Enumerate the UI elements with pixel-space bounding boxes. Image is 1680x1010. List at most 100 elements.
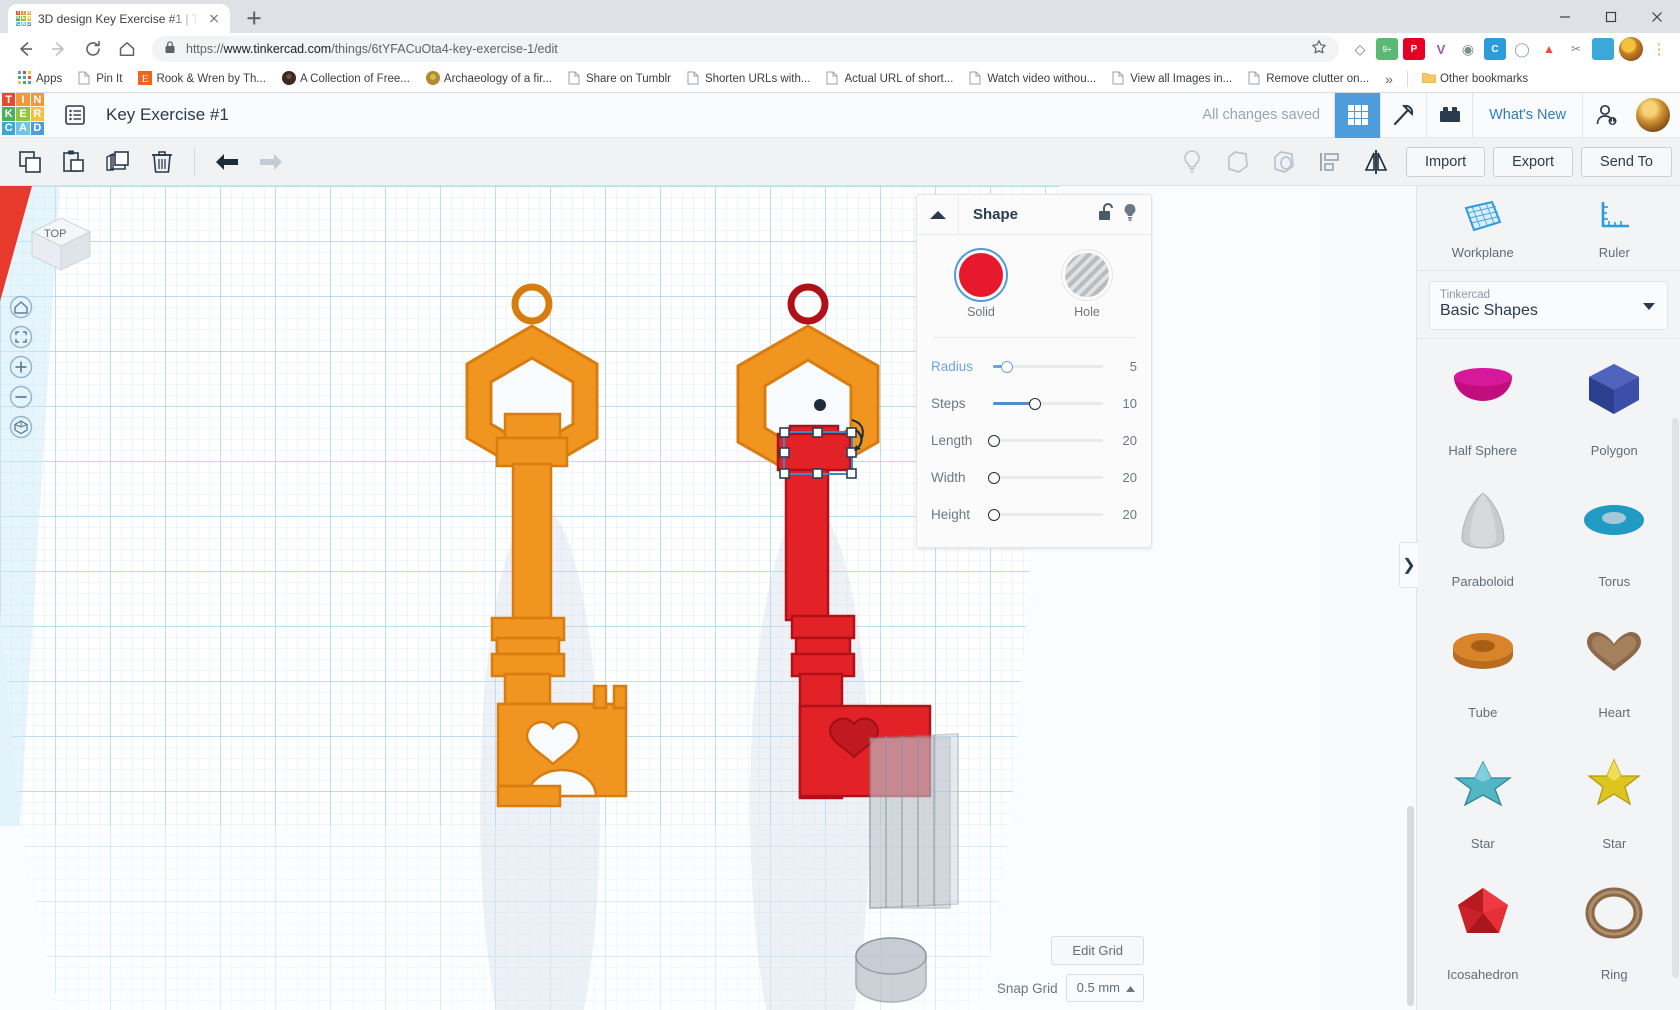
tools-extension-icon[interactable]: ✂ [1565,38,1587,60]
send-to-button[interactable]: Send To [1581,146,1672,177]
export-button[interactable]: Export [1493,146,1574,177]
profile-extension-icon[interactable] [1592,38,1614,60]
paste-button[interactable] [52,140,96,184]
bookmark-item[interactable]: View all Images in... [1104,68,1240,90]
shape-item-paraboloid[interactable]: Paraboloid [1417,470,1549,601]
steps-slider[interactable] [993,397,1103,410]
view-cube[interactable]: TOP [28,214,94,274]
bookmark-item[interactable]: A Collection of Free... [274,68,418,90]
other-bookmarks-folder[interactable]: Other bookmarks [1414,68,1536,90]
bookmark-item[interactable]: Shorten URLs with... [679,68,818,90]
fire-extension-icon[interactable]: ▲ [1538,38,1560,60]
blocks-mode-button[interactable] [1334,92,1381,138]
workplane-canvas[interactable]: TOP Shape Solid Hole Radius 5 Steps 10 L… [0,186,1416,1010]
ortho-perspective-button[interactable] [8,414,34,440]
bookmark-star-icon[interactable] [1311,39,1327,60]
solid-option[interactable]: Solid [950,253,1012,319]
snap-grid-select[interactable]: 0.5 mm [1065,974,1144,1002]
zoom-in-button[interactable] [8,354,34,380]
duplicate-button[interactable] [96,140,140,184]
forward-arrow-icon[interactable] [44,34,74,64]
shape-item-torus[interactable]: Torus [1549,470,1680,601]
bookmark-item[interactable]: Actual URL of short... [818,68,961,90]
circle-extension-icon[interactable]: ◯ [1511,38,1533,60]
mirror-flip-icon[interactable] [1354,140,1398,184]
edit-grid-button[interactable]: Edit Grid [1051,936,1144,965]
width-value[interactable]: 20 [1111,470,1137,485]
unlock-icon[interactable] [1097,202,1115,227]
bookmark-item[interactable]: Share on Tumblr [560,68,679,90]
canvas-scrollbar[interactable] [1407,806,1414,1006]
align-icon[interactable] [1308,140,1352,184]
chevron-right-icon[interactable]: ❯ [1399,542,1418,588]
ungroup-shapes-icon[interactable] [1262,140,1306,184]
bookmark-item[interactable]: Watch video withou... [961,68,1104,90]
avatar[interactable] [1636,98,1670,132]
minimize-icon[interactable] [1542,0,1588,33]
hole-option[interactable]: Hole [1056,253,1118,319]
person-add-icon[interactable] [1582,92,1628,138]
back-arrow-icon[interactable] [10,34,40,64]
home-icon[interactable] [112,34,142,64]
green-badge-extension-icon[interactable]: 9+ [1376,38,1398,60]
lightbulb-icon[interactable] [1170,140,1214,184]
import-button[interactable]: Import [1406,146,1486,177]
bookmark-item[interactable]: Archaeology of a fir... [418,68,560,90]
radius-value[interactable]: 5 [1111,359,1137,374]
lightbulb-icon[interactable] [1121,202,1139,227]
pinterest-extension-icon[interactable]: P [1403,38,1425,60]
reload-icon[interactable] [78,34,108,64]
collection-selector[interactable]: Tinkercad Basic Shapes [1429,281,1668,330]
bricks-mode-button[interactable] [1426,92,1472,138]
address-bar[interactable]: https://www.tinkercad.com/things/6tYFACu… [152,36,1339,62]
maximize-icon[interactable] [1588,0,1634,33]
height-value[interactable]: 20 [1111,507,1137,522]
browser-tab[interactable]: TIN KER CAD 3D design Key Exercise #1 | … [8,4,230,33]
undo-button[interactable] [205,140,249,184]
apps-shortcut[interactable]: Apps [10,68,70,90]
shape-item-ring[interactable]: Ring [1549,863,1680,994]
group-shapes-icon[interactable] [1216,140,1260,184]
page-title[interactable]: Key Exercise #1 [106,105,229,125]
shape-item-star-5[interactable]: Star [1417,732,1549,863]
globe-extension-icon[interactable]: ◉ [1457,38,1479,60]
fit-view-button[interactable] [8,324,34,350]
whats-new-link[interactable]: What's New [1472,92,1582,138]
workplane-tool[interactable]: Workplane [1417,186,1549,270]
shape-item-icosahedron[interactable]: Icosahedron [1417,863,1549,994]
shape-item-polygon[interactable]: Polygon [1549,339,1680,470]
copy-button[interactable] [8,140,52,184]
hole-swatch[interactable] [1065,253,1109,297]
shape-item-tube[interactable]: Tube [1417,601,1549,732]
browser-avatar[interactable] [1619,37,1643,61]
shape-item-half-sphere[interactable]: Half Sphere [1417,339,1549,470]
height-slider[interactable] [988,508,1103,521]
ruler-tool[interactable]: Ruler [1549,186,1680,270]
home-view-button[interactable] [8,294,34,320]
shape-item-heart[interactable]: Heart [1549,601,1680,732]
solid-color-swatch[interactable] [959,253,1003,297]
codeblocks-mode-button[interactable] [1380,92,1426,138]
bookmark-item[interactable]: Pin It [70,68,130,90]
list-menu-icon[interactable] [62,102,88,128]
shape-item-star-6[interactable]: Star [1549,732,1680,863]
close-window-icon[interactable] [1634,0,1680,33]
library-scrollbar[interactable] [1672,418,1679,978]
close-icon[interactable] [206,11,222,27]
shield-extension-icon[interactable]: ◇ [1349,38,1371,60]
tinkercad-logo-icon[interactable]: TIN KER CAD [2,93,44,135]
new-tab-button[interactable] [240,4,268,32]
length-slider[interactable] [988,434,1103,447]
bookmarks-overflow-button[interactable]: » [1377,71,1401,87]
zoom-out-button[interactable] [8,384,34,410]
width-slider[interactable] [988,471,1103,484]
bookmark-item[interactable]: E Rook & Wren by Th... [130,68,274,90]
vimeo-extension-icon[interactable]: V [1430,38,1452,60]
chrome-menu-icon[interactable]: ⋮ [1648,38,1670,60]
radius-slider[interactable] [993,360,1103,373]
colorzilla-extension-icon[interactable]: C [1484,38,1506,60]
steps-value[interactable]: 10 [1111,396,1137,411]
trash-icon[interactable] [140,140,184,184]
bookmark-item[interactable]: Remove clutter on... [1240,68,1377,90]
length-value[interactable]: 20 [1111,433,1137,448]
